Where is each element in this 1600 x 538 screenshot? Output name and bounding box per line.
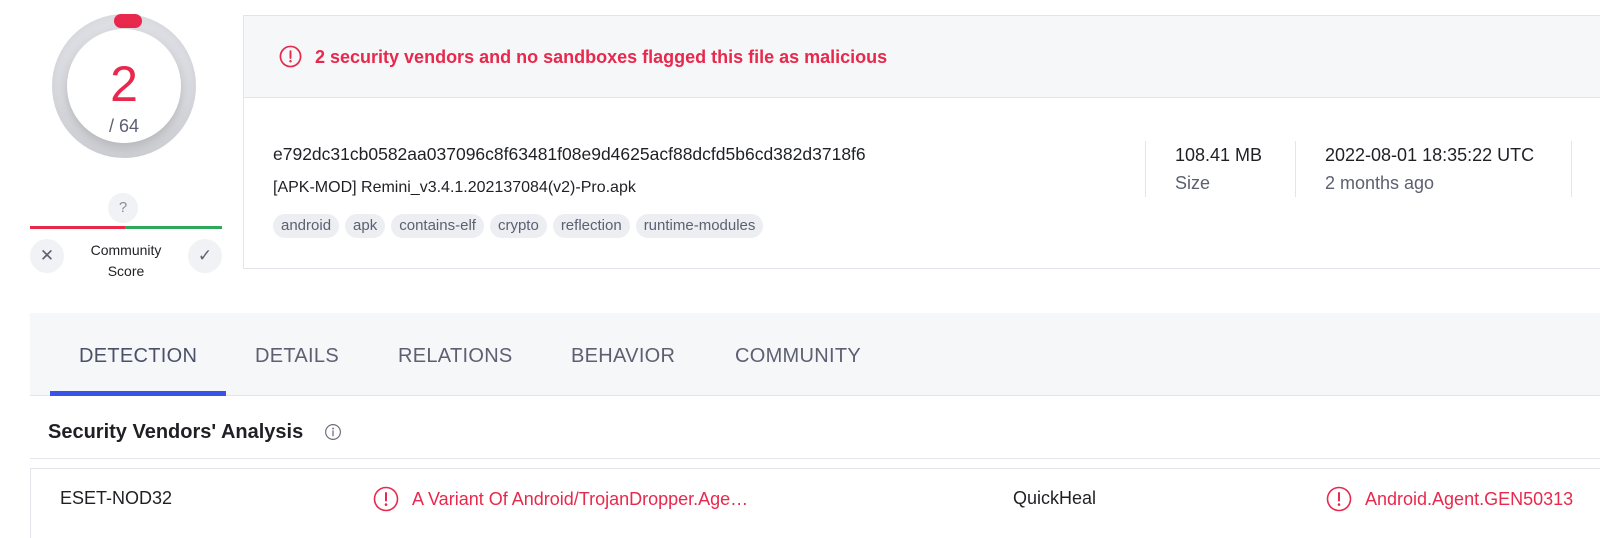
detection-result: Android.Agent.GEN50313 xyxy=(1365,489,1574,509)
detection-count: 2 xyxy=(110,56,138,112)
tag-apk[interactable]: apk xyxy=(345,214,386,238)
check-icon: ✓ xyxy=(197,246,213,265)
divider xyxy=(1145,141,1146,197)
tab-details[interactable]: DETAILS xyxy=(255,345,339,368)
file-size-value: 108.41 MB xyxy=(1175,145,1263,165)
analysis-date-value: 2022-08-01 18:35:22 UTC xyxy=(1325,145,1535,165)
score-marker xyxy=(114,14,142,28)
tab-relations[interactable]: RELATIONS xyxy=(398,345,513,368)
exclamation-circle-icon xyxy=(373,486,399,512)
community-score-label: Community Score xyxy=(72,240,180,282)
tag-crypto[interactable]: crypto xyxy=(489,214,547,238)
divider xyxy=(1295,141,1296,197)
tag-android[interactable]: android xyxy=(273,214,340,238)
vote-malicious-button[interactable]: ✕ xyxy=(30,239,64,273)
tag-reflection[interactable]: reflection xyxy=(552,214,630,238)
verdict-text: 2 security vendors and no sandboxes flag… xyxy=(315,47,888,67)
info-circle-icon[interactable] xyxy=(324,423,342,441)
analysis-date-relative: 2 months ago xyxy=(1325,173,1435,193)
divider xyxy=(30,458,1600,459)
file-name: [APK-MOD] Remini_v3.4.1.202137084(v2)-Pr… xyxy=(273,179,636,196)
active-tab-indicator xyxy=(50,391,226,396)
community-bar-harmless xyxy=(125,226,222,229)
community-label-line2: Score xyxy=(107,263,145,279)
file-hash[interactable]: e792dc31cb0582aa037096c8f63481f08e9d4625… xyxy=(273,144,866,165)
tab-detection[interactable]: DETECTION xyxy=(79,345,197,368)
community-score-unknown: ? xyxy=(108,193,138,223)
verdict-banner: 2 security vendors and no sandboxes flag… xyxy=(244,16,1600,98)
tab-behavior[interactable]: BEHAVIOR xyxy=(571,345,675,368)
vendor-name: ESET-NOD32 xyxy=(60,488,173,508)
report-tabs: DETECTION DETAILS RELATIONS BEHAVIOR COM… xyxy=(30,313,1600,396)
exclamation-circle-icon xyxy=(1326,486,1352,512)
score-circle: 2 / 64 xyxy=(67,29,181,143)
close-icon: ✕ xyxy=(39,246,55,265)
engine-total: / 64 xyxy=(108,116,140,136)
vote-harmless-button[interactable]: ✓ xyxy=(188,239,222,273)
file-summary-card: 2 security vendors and no sandboxes flag… xyxy=(243,15,1600,269)
community-label-line1: Community xyxy=(90,242,162,258)
detection-score-gauge: 2 / 64 xyxy=(52,14,196,158)
exclamation-circle-icon xyxy=(279,45,302,68)
tag-runtime-modules[interactable]: runtime-modules xyxy=(635,214,764,238)
tag-contains-elf[interactable]: contains-elf xyxy=(391,214,484,238)
vendor-name: QuickHeal xyxy=(1013,488,1097,508)
section-title: Security Vendors' Analysis xyxy=(48,421,304,443)
file-size-label: Size xyxy=(1175,173,1211,193)
divider xyxy=(1571,141,1572,197)
file-tags: android apk contains-elf crypto reflecti… xyxy=(273,214,764,238)
detection-result: A Variant Of Android/TrojanDropper.Age… xyxy=(412,489,749,509)
community-bar-malicious xyxy=(30,226,125,229)
tab-community[interactable]: COMMUNITY xyxy=(735,345,861,368)
